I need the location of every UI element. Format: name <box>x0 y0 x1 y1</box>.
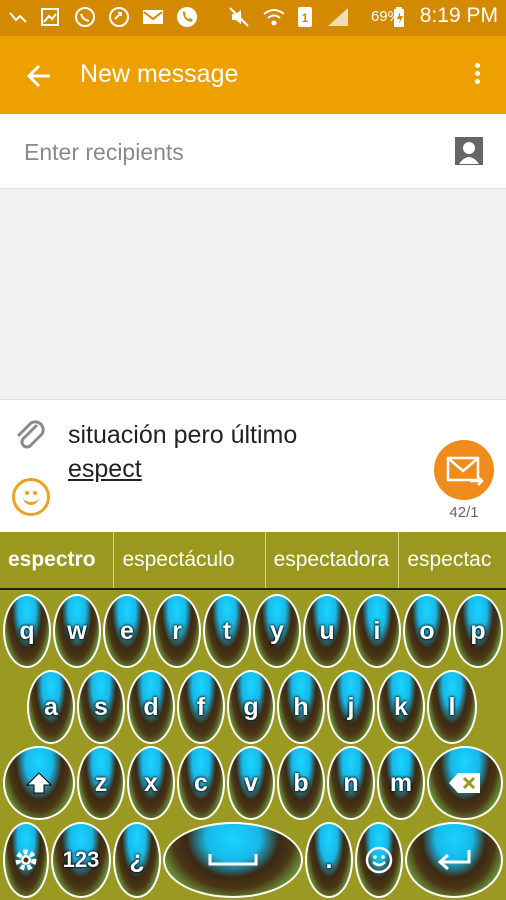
settings-key[interactable] <box>3 822 49 898</box>
enter-arrow-icon <box>437 850 471 871</box>
mute-icon <box>228 6 250 28</box>
key-v[interactable]: v <box>227 746 275 820</box>
whatsapp-icon <box>74 6 96 28</box>
keyboard: q w e r t y u i o p a s d f g h j k l z … <box>0 590 506 900</box>
key-q[interactable]: q <box>3 594 51 668</box>
key-u[interactable]: u <box>303 594 351 668</box>
suggestion-item[interactable]: espectro <box>0 532 115 588</box>
suggestion-strip: espectro espectáculo espectadora especta… <box>0 532 506 590</box>
key-x[interactable]: x <box>127 746 175 820</box>
symbols-key[interactable]: 123 <box>51 822 111 898</box>
email-icon <box>142 6 164 28</box>
recipients-input[interactable] <box>22 134 426 170</box>
sync-icon <box>108 6 130 28</box>
shift-arrow-icon <box>26 772 52 794</box>
suggestion-item[interactable]: espectac <box>399 532 506 588</box>
key-z[interactable]: z <box>77 746 125 820</box>
message-thread-area <box>0 189 506 399</box>
phone-icon <box>176 6 198 28</box>
suggestion-item[interactable]: espectadora <box>266 532 400 588</box>
key-c[interactable]: c <box>177 746 225 820</box>
composing-word: espect <box>68 455 142 483</box>
shift-key[interactable] <box>3 746 75 820</box>
gear-icon <box>15 849 37 871</box>
key-n[interactable]: n <box>327 746 375 820</box>
key-f[interactable]: f <box>177 670 225 744</box>
status-time: 8:19 PM <box>419 4 498 27</box>
key-d[interactable]: d <box>127 670 175 744</box>
contact-picker-icon[interactable] <box>454 136 484 166</box>
space-key[interactable] <box>163 822 303 898</box>
message-input[interactable]: situación pero último espect <box>68 418 408 486</box>
key-m[interactable]: m <box>377 746 425 820</box>
battery-charging-icon <box>392 6 406 28</box>
page-title: New message <box>80 60 239 88</box>
emoji-icon[interactable] <box>12 478 50 516</box>
attach-icon[interactable] <box>14 420 48 456</box>
compose-bar: situación pero último espect 42/1 <box>0 399 506 533</box>
message-text-line: situación pero último <box>68 421 298 449</box>
status-bar: 1 69% 8:19 PM <box>0 0 506 36</box>
key-a[interactable]: a <box>27 670 75 744</box>
sim-icon: 1 <box>296 6 314 28</box>
wifi-icon <box>262 6 286 28</box>
enter-key[interactable] <box>405 822 503 898</box>
app-bar: New message <box>0 36 506 114</box>
svg-text:1: 1 <box>302 11 309 25</box>
key-o[interactable]: o <box>403 594 451 668</box>
key-i[interactable]: i <box>353 594 401 668</box>
suggestion-item[interactable]: espectáculo <box>114 532 266 588</box>
smiley-icon <box>365 846 393 874</box>
key-b[interactable]: b <box>277 746 325 820</box>
more-options-icon[interactable] <box>470 60 484 92</box>
back-arrow-icon[interactable] <box>22 58 58 94</box>
key-s[interactable]: s <box>77 670 125 744</box>
send-button[interactable] <box>434 440 494 500</box>
inverted-question-key[interactable]: ¿ <box>113 822 161 898</box>
backspace-key[interactable] <box>427 746 503 820</box>
key-p[interactable]: p <box>453 594 503 668</box>
key-h[interactable]: h <box>277 670 325 744</box>
key-y[interactable]: y <box>253 594 301 668</box>
gallery-icon <box>40 6 60 28</box>
recipients-bar <box>0 114 506 189</box>
key-r[interactable]: r <box>153 594 201 668</box>
message-counter: 42/1 <box>449 504 479 521</box>
signal-icon <box>326 6 350 28</box>
space-bar-icon <box>208 854 258 866</box>
key-k[interactable]: k <box>377 670 425 744</box>
backspace-icon <box>449 773 480 793</box>
emoji-key[interactable] <box>355 822 403 898</box>
key-g[interactable]: g <box>227 670 275 744</box>
missed-call-icon <box>8 6 28 28</box>
send-mail-icon <box>446 456 484 486</box>
key-e[interactable]: e <box>103 594 151 668</box>
key-t[interactable]: t <box>203 594 251 668</box>
key-j[interactable]: j <box>327 670 375 744</box>
period-key[interactable]: . <box>305 822 353 898</box>
key-w[interactable]: w <box>53 594 101 668</box>
key-l[interactable]: l <box>427 670 477 744</box>
